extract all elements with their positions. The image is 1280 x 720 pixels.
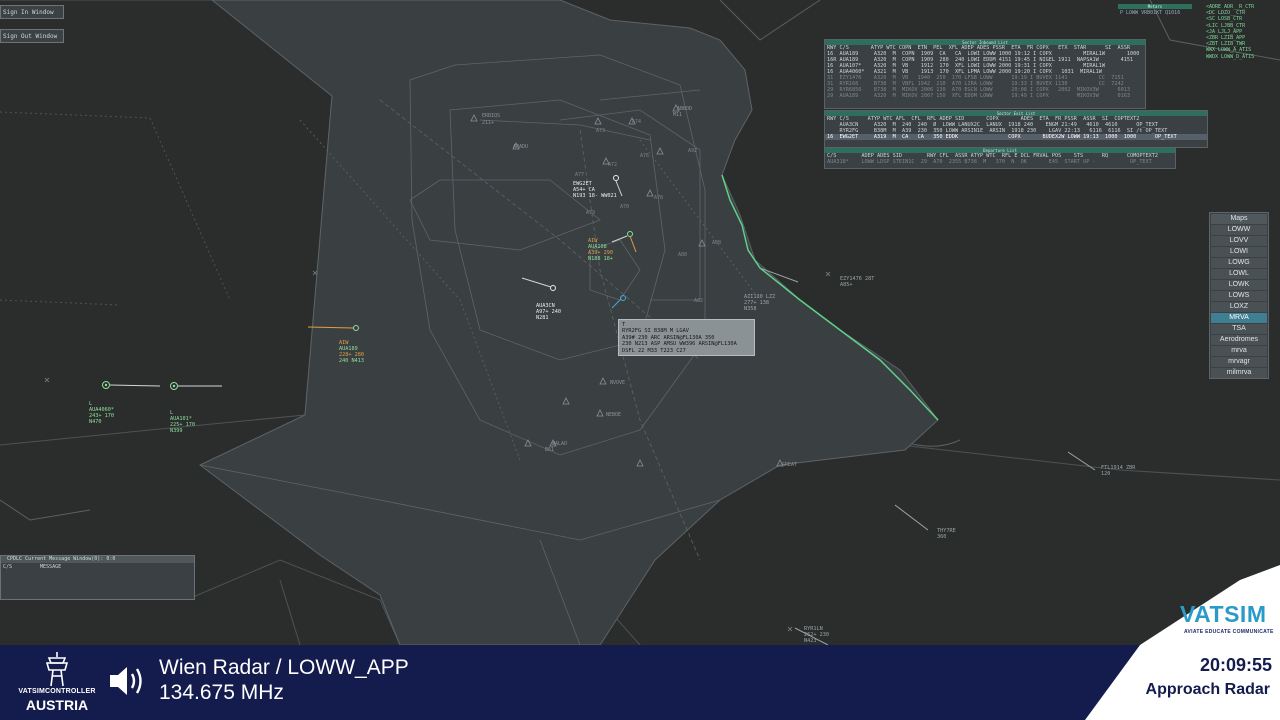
clock-time: 20:09:55 xyxy=(1199,655,1272,675)
maps-panel[interactable]: Maps LOWW LOVV LOWI LOWG LOWL LOWK LOWS LOXZ MRV… xyxy=(1209,212,1269,379)
track-label-thy7re: THY7RE 360 xyxy=(937,528,956,540)
fix-label: M11 xyxy=(673,112,682,118)
fix-label: NEBOE xyxy=(606,412,621,418)
svg-text:240 N413: 240 N413 xyxy=(339,358,364,364)
svg-text:A72: A72 xyxy=(608,162,617,168)
table-row[interactable]: 29 AUA189 A320 M MIKOV 2007 150 XFL EDDM… xyxy=(825,93,1145,99)
table-row[interactable]: AUA318* LOWW LDSP STEIN1C 29 A70 2355 B7… xyxy=(825,159,1175,165)
sign-out-window[interactable]: Sign Out Window xyxy=(0,29,64,43)
svg-text:N281: N281 xyxy=(536,315,549,321)
fix-label: ERBIQS xyxy=(482,113,500,119)
map-toggle-lowk[interactable]: LOWK xyxy=(1211,280,1267,290)
svg-text:N358: N358 xyxy=(744,306,757,312)
cpdlc-header: C/S MESSAGE xyxy=(1,563,194,571)
tooltip-line: 230 N213 ASP AMSU WW396 ARSIN@FL130A xyxy=(622,341,737,348)
org-name-line1: VATSIMCONTROLLER xyxy=(18,688,96,695)
fix-label: GREAT xyxy=(782,462,797,468)
station-name: Wien Radar / LOWW_APP xyxy=(159,656,409,679)
fix-label: B61 xyxy=(545,447,554,453)
map-toggle-aerodromes[interactable]: Aerodromes xyxy=(1211,335,1267,345)
svg-text:A70: A70 xyxy=(620,204,629,210)
svg-text:A85+: A85+ xyxy=(840,282,853,288)
svg-text:A74: A74 xyxy=(632,119,641,125)
map-toggle-lows[interactable]: LOWS xyxy=(1211,291,1267,301)
svg-text:A82: A82 xyxy=(694,298,703,304)
atis-list: <ADRE ADR__R_CTR <DC LDZO__CTR <SC LOSB_CT… xyxy=(1206,4,1276,60)
map-toggle-lowl[interactable]: LOWL xyxy=(1211,269,1267,279)
fix-label: 211+ xyxy=(482,120,494,126)
svg-text:A73: A73 xyxy=(596,128,605,134)
departure-list[interactable]: Departure List C/S ADEP ADES SID RWY CFL… xyxy=(824,147,1176,169)
speaker-icon xyxy=(110,667,142,695)
svg-text:N470: N470 xyxy=(89,419,102,425)
svg-text:A76: A76 xyxy=(640,153,649,159)
fix-label: ARADU xyxy=(513,144,528,150)
sign-in-window[interactable]: Sign In Window xyxy=(0,5,64,19)
svg-text:N399: N399 xyxy=(170,428,183,434)
list-rows: AUA3CN A320 M 240 240 Ø LOWW LANUX2C LAN… xyxy=(825,122,1207,140)
map-toggle-tsa[interactable]: TSA xyxy=(1211,324,1267,334)
svg-text:120: 120 xyxy=(1101,471,1110,477)
track-label-aua101: L AUA101* 225+ 170 N399 xyxy=(170,410,195,434)
vatsim-tagline: AVIATE EDUCATE COMMUNICATE xyxy=(1184,629,1274,635)
vatsim-logo: VATSIM xyxy=(1180,601,1267,627)
metar-text: P LOWW VRB01KT Q1016 xyxy=(1120,10,1181,16)
track-label-aua4060: L AUA4060* 243+ 170 N470 xyxy=(89,401,114,425)
svg-text:A77: A77 xyxy=(575,172,584,178)
cpdlc-caption: CPDLC Current Message Window(0): 0:0 xyxy=(1,556,194,563)
svg-text:A80: A80 xyxy=(678,252,687,258)
maps-title: Maps xyxy=(1211,214,1267,224)
map-toggle-loxz[interactable]: LOXZ xyxy=(1211,302,1267,312)
svg-text:N423: N423 xyxy=(804,638,817,644)
track-tooltip: T RYR2FG SI B38M M LGAV A39# 230 ARC ARSIN… xyxy=(618,319,755,356)
track-label-ezy1476: EZY1476 28T A85+ xyxy=(840,276,874,288)
sector-exit-list[interactable]: Sector Exit List RWY C/S ATYP WTC AFL CF… xyxy=(824,110,1208,148)
radar-mode: Approach Radar xyxy=(1145,681,1270,698)
list-rows: 16 AUA189 A320 M COPN 1909 CA CA LOWI LO… xyxy=(825,51,1145,99)
org-name-line2: AUSTRIA xyxy=(25,697,89,713)
svg-text:360: 360 xyxy=(937,534,946,540)
map-toggle-mrvagr[interactable]: mrvagr xyxy=(1211,357,1267,367)
map-toggle-mrva[interactable]: mrva xyxy=(1211,346,1267,356)
svg-text:A78: A78 xyxy=(654,195,663,201)
svg-text:A88: A88 xyxy=(712,240,721,246)
svg-text:N193 18- WW021: N193 18- WW021 xyxy=(573,193,617,199)
track-label-ryr1ln: RYR1LN 262+ 230 N423 xyxy=(804,626,829,644)
control-tower-icon xyxy=(45,652,69,687)
svg-text:N188 18+: N188 18+ xyxy=(588,256,613,262)
list-rows: AUA318* LOWW LDSP STEIN1C 29 A70 2355 B7… xyxy=(825,159,1175,165)
svg-text:A79: A79 xyxy=(586,210,595,216)
metar-window[interactable]: Metars P LOWW VRB01KT Q1016 xyxy=(1118,4,1192,20)
atis-line: WWDX LOWW_D_ATIS xyxy=(1206,53,1255,60)
fix-label: WALAO xyxy=(552,441,567,447)
station-frequency: 134.675 MHz xyxy=(159,681,284,704)
sector-inbound-list[interactable]: Sector Inbound List RWY C/S ATYP WTC COP… xyxy=(824,39,1146,109)
table-row[interactable]: 16 EWG2ET A319 M CA CA 350 EDDK COPX BUD… xyxy=(825,134,1207,140)
map-toggle-mrva[interactable]: MRVA xyxy=(1211,313,1267,323)
cpdlc-col-message: MESSAGE xyxy=(40,564,62,570)
fix-label: NVOVE xyxy=(610,380,625,386)
cpdlc-window[interactable]: CPDLC Current Message Window(0): 0:0 C/S… xyxy=(0,555,195,600)
map-toggle-lowg[interactable]: LOWG xyxy=(1211,258,1267,268)
cpdlc-col-callsign: C/S xyxy=(3,564,13,570)
map-toggle-lovv[interactable]: LOVV xyxy=(1211,236,1267,246)
map-toggle-loww[interactable]: LOWW xyxy=(1211,225,1267,235)
svg-text:A92: A92 xyxy=(688,148,697,154)
map-toggle-milmrva[interactable]: milmrva xyxy=(1211,368,1267,378)
tooltip-line: DSFL 22 M33 T223 C27 xyxy=(622,347,686,354)
map-toggle-lowi[interactable]: LOWI xyxy=(1211,247,1267,257)
